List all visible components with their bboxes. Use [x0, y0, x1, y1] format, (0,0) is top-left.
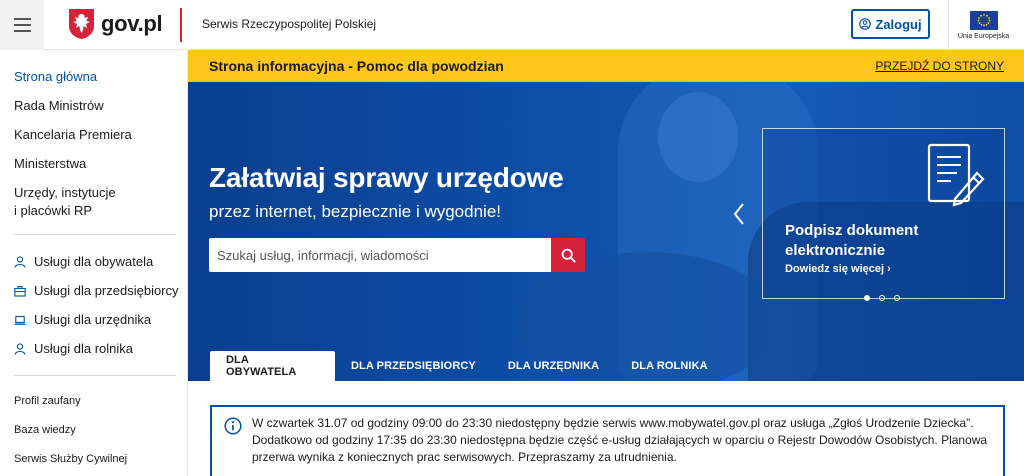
site-header: gov.pl Serwis Rzeczypospolitej Polskiej …: [0, 0, 1024, 50]
gov-pl-logo[interactable]: gov.pl: [68, 8, 163, 40]
login-label: Zaloguj: [875, 16, 922, 32]
sidebar-item-civil-service[interactable]: Serwis Służby Cywilnej: [14, 453, 127, 465]
sidebar-item-label: Usługi dla urzędnika: [34, 312, 152, 327]
sidebar-item-official-services[interactable]: Usługi dla urzędnika: [14, 312, 151, 327]
banner-link[interactable]: PRZEJDŹ DO STRONY: [875, 59, 1004, 73]
sidebar-item-farmer-services[interactable]: Usługi dla rolnika: [14, 341, 133, 356]
sidebar-item-label: Usługi dla przedsiębiorcy: [34, 283, 179, 298]
sidebar-item-label: Usługi dla rolnika: [34, 341, 133, 356]
login-button[interactable]: Zaloguj: [851, 9, 930, 39]
sidebar-item-knowledge-base[interactable]: Baza wiedzy: [14, 424, 76, 436]
sidebar-item-offices[interactable]: Urzędy, instytucje: [14, 184, 116, 202]
sidebar-item-trusted-profile[interactable]: Profil zaufany: [14, 395, 81, 407]
sidebar-divider: [14, 375, 176, 376]
eu-label: Unia Europejska: [957, 32, 1010, 40]
sidebar-item-citizen-services[interactable]: Usługi dla obywatela: [14, 254, 153, 269]
info-banner: Strona informacyjna - Pomoc dla powodzia…: [188, 50, 1024, 82]
tab-business[interactable]: DLA PRZEDSIĘBIORCY: [335, 351, 492, 381]
carousel-dot[interactable]: [864, 295, 870, 301]
sidebar-item-business-services[interactable]: Usługi dla przedsiębiorcy: [14, 283, 179, 298]
signed-document-icon: [927, 143, 985, 207]
search-bar: [209, 238, 585, 272]
search-icon: [561, 248, 576, 263]
search-button[interactable]: [551, 238, 585, 272]
eu-flag-icon: [969, 10, 998, 30]
person-icon: [14, 342, 26, 355]
carousel-card-link-label: Dowiedz się więcej: [785, 263, 885, 275]
briefcase-icon: [14, 285, 26, 297]
tab-official[interactable]: DLA URZĘDNIKA: [492, 351, 615, 381]
header-divider: [180, 8, 182, 42]
chevron-right-icon: ›: [887, 263, 891, 275]
header-tagline: Serwis Rzeczypospolitej Polskiej: [202, 17, 377, 31]
sidebar-item-ministries[interactable]: Ministerstwa: [14, 155, 86, 173]
carousel-card[interactable]: Podpisz dokument elektronicznie Dowiedz …: [762, 128, 1005, 299]
person-icon: [14, 255, 26, 268]
menu-line: [13, 18, 31, 20]
sidebar-divider: [14, 234, 176, 235]
menu-line: [13, 24, 31, 26]
carousel-card-link[interactable]: Dowiedz się więcej ›: [785, 263, 891, 275]
laptop-icon: [14, 314, 26, 326]
carousel-card-title: Podpisz dokument elektronicznie: [785, 222, 919, 259]
carousel-dot[interactable]: [879, 295, 885, 301]
info-icon: [224, 417, 242, 435]
audience-tabs: DLA OBYWATELA DLA PRZEDSIĘBIORCY DLA URZ…: [210, 351, 724, 381]
logo-text: gov.pl: [101, 11, 163, 36]
sidebar-item-offices-line2[interactable]: i placówki RP: [14, 202, 92, 220]
sidebar-item-prime-minister-chancellery[interactable]: Kancelaria Premiera: [14, 126, 132, 144]
notice-text: W czwartek 31.07 od godziny 09:00 do 23:…: [252, 416, 988, 464]
search-input[interactable]: [209, 238, 551, 272]
sidebar-item-home[interactable]: Strona główna: [14, 68, 97, 86]
polish-eagle-icon: [69, 9, 94, 39]
sidebar-nav: Strona główna Rada Ministrów Kancelaria …: [0, 50, 188, 476]
hero-section: Załatwiaj sprawy urzędowe przez internet…: [188, 82, 1024, 381]
carousel-dot[interactable]: [894, 295, 900, 301]
banner-title: Strona informacyjna - Pomoc dla powodzia…: [209, 58, 504, 74]
sidebar-item-council-of-ministers[interactable]: Rada Ministrów: [14, 97, 104, 115]
sidebar-item-label: Usługi dla obywatela: [34, 254, 154, 269]
menu-line: [13, 30, 31, 32]
hero-subtitle: przez internet, bezpiecznie i wygodnie!: [209, 202, 501, 221]
user-icon: [859, 18, 872, 30]
carousel-dots: [864, 295, 900, 301]
service-notice: W czwartek 31.07 od godziny 09:00 do 23:…: [210, 405, 1005, 476]
tab-citizen[interactable]: DLA OBYWATELA: [210, 351, 335, 381]
hamburger-menu-button[interactable]: [0, 0, 44, 50]
carousel-prev-icon[interactable]: [732, 202, 746, 226]
tab-farmer[interactable]: DLA ROLNIKA: [615, 351, 723, 381]
hero-title: Załatwiaj sprawy urzędowe: [209, 162, 564, 193]
hero-background-shape: [658, 92, 738, 182]
eu-badge[interactable]: Unia Europejska: [948, 0, 1018, 50]
